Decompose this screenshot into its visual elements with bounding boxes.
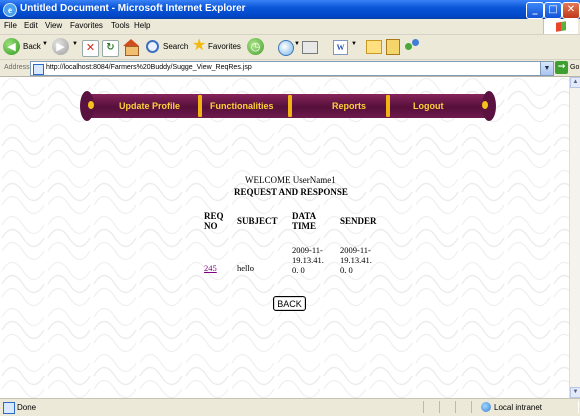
- status-panel: [439, 401, 456, 413]
- menu-tools[interactable]: Tools: [111, 21, 130, 30]
- page-viewport: Update Profile Functionalities Reports L…: [0, 77, 569, 398]
- title-bar: e Untitled Document - Microsoft Internet…: [0, 0, 580, 19]
- address-field[interactable]: http://localhost:8084/Farmers%20Buddy/Su…: [30, 61, 554, 76]
- print-icon[interactable]: [302, 41, 318, 54]
- nav-separator: [288, 95, 292, 117]
- scroll-up-icon[interactable]: ▲: [570, 77, 580, 88]
- status-text: Done: [17, 403, 37, 412]
- window-title: Untitled Document - Microsoft Internet E…: [20, 3, 246, 14]
- welcome-message: WELCOME UserName1: [245, 175, 336, 185]
- nav-separator: [198, 95, 202, 117]
- menu-help[interactable]: Help: [134, 21, 150, 30]
- nav-bar: Update Profile Functionalities Reports L…: [80, 91, 496, 121]
- windows-logo-icon: [543, 19, 578, 34]
- zone-text: Local intranet: [494, 403, 543, 412]
- page-icon: [33, 64, 44, 75]
- nav-update-profile[interactable]: Update Profile: [119, 101, 180, 111]
- address-url[interactable]: http://localhost:8084/Farmers%20Buddy/Su…: [46, 64, 252, 71]
- nav-right-cap: [482, 91, 496, 121]
- back-dropdown-icon[interactable]: ▼: [42, 41, 48, 47]
- maximize-button[interactable]: □: [544, 2, 562, 19]
- back-button[interactable]: BACK: [273, 296, 306, 311]
- header-req-no: REQ NO: [204, 211, 224, 231]
- header-sender: SENDER: [340, 216, 377, 226]
- mail-dropdown-icon[interactable]: ▼: [294, 41, 300, 47]
- edit-dropdown-icon[interactable]: ▼: [351, 41, 357, 47]
- status-bar: Done Local intranet: [0, 398, 580, 416]
- cell-data-time: 2009-11- 19.13.41. 0. 0: [292, 245, 324, 275]
- go-button-label[interactable]: Go: [570, 64, 579, 71]
- go-arrow-icon[interactable]: →: [555, 61, 568, 74]
- page-done-icon: [3, 402, 15, 414]
- back-arrow-icon[interactable]: ◀: [3, 38, 20, 55]
- vertical-scrollbar[interactable]: ▲ ▼: [569, 77, 580, 398]
- back-button-label[interactable]: Back: [23, 42, 41, 51]
- nav-separator: [386, 95, 390, 117]
- req-no-link[interactable]: 245: [204, 263, 217, 273]
- forward-arrow-icon[interactable]: ▶: [52, 38, 69, 55]
- menu-view[interactable]: View: [45, 21, 62, 30]
- scroll-down-icon[interactable]: ▼: [570, 387, 580, 398]
- history-icon[interactable]: ◷: [247, 38, 264, 55]
- internet-explorer-icon: e: [3, 3, 17, 17]
- menu-favorites[interactable]: Favorites: [70, 21, 103, 30]
- refresh-icon[interactable]: ↻: [102, 40, 119, 57]
- stop-icon[interactable]: ✕: [82, 40, 99, 57]
- menu-bar: File Edit View Favorites Tools Help: [0, 19, 580, 35]
- header-subject: SUBJECT: [237, 216, 278, 226]
- cell-sender: 2009-11- 19.13.41. 0. 0: [340, 245, 372, 275]
- discuss-icon[interactable]: [366, 40, 382, 54]
- swirl-background: [0, 77, 569, 398]
- favorites-button-label[interactable]: Favorites: [208, 42, 241, 51]
- favorites-star-icon[interactable]: ★: [192, 37, 206, 55]
- address-label: Address: [4, 64, 30, 71]
- table-row: 245: [204, 263, 217, 273]
- edit-word-icon[interactable]: W: [333, 40, 348, 55]
- search-icon[interactable]: [146, 40, 159, 53]
- local-intranet-icon: [481, 402, 491, 412]
- status-panel: [455, 401, 472, 413]
- menu-file[interactable]: File: [4, 21, 17, 30]
- mail-icon[interactable]: [278, 40, 294, 56]
- home-icon[interactable]: [123, 39, 139, 46]
- address-dropdown-icon[interactable]: ▼: [540, 62, 553, 75]
- status-panel: [423, 401, 440, 413]
- menu-edit[interactable]: Edit: [24, 21, 38, 30]
- forward-dropdown-icon[interactable]: ▼: [72, 41, 78, 47]
- messenger-icon[interactable]: [405, 39, 420, 54]
- nav-left-cap: [80, 91, 94, 121]
- standard-toolbar: ◀ Back ▼ ▶ ▼ ✕ ↻ Search ★ Favorites ◷ ▼ …: [0, 35, 580, 60]
- nav-logout[interactable]: Logout: [413, 101, 444, 111]
- search-button-label[interactable]: Search: [163, 42, 188, 51]
- nav-reports[interactable]: Reports: [332, 101, 366, 111]
- close-button[interactable]: ✕: [562, 2, 580, 19]
- research-icon[interactable]: [386, 39, 400, 55]
- cell-subject: hello: [237, 263, 254, 273]
- address-bar: Address http://localhost:8084/Farmers%20…: [0, 60, 580, 77]
- nav-functionalities[interactable]: Functionalities: [210, 101, 274, 111]
- section-title: REQUEST AND RESPONSE: [234, 187, 348, 197]
- header-data-time: DATA TIME: [292, 211, 317, 231]
- home-icon-body: [125, 46, 139, 56]
- minimize-button[interactable]: _: [526, 2, 544, 19]
